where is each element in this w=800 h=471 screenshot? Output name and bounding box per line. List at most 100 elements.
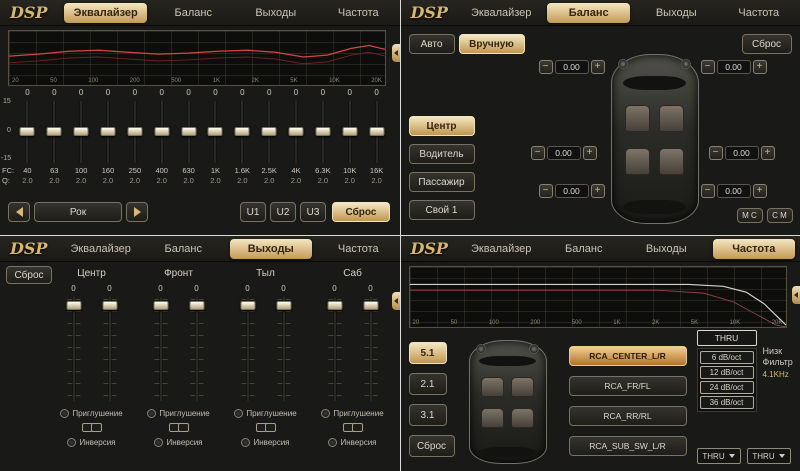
band-slider[interactable] [175,99,202,165]
gain-slider-thumb[interactable] [240,301,255,310]
inversion-checkbox[interactable] [67,438,76,447]
tab-balance[interactable]: Баланс [142,238,225,260]
plus-button[interactable]: + [753,60,767,74]
slope-option[interactable]: 6 dB/oct [700,351,754,364]
gain-slider-thumb[interactable] [189,301,204,310]
mute-checkbox[interactable] [321,409,330,418]
next-preset-button[interactable] [126,202,148,222]
band-slider[interactable] [148,99,175,165]
gain-slider[interactable] [361,295,381,403]
slope-select[interactable]: THRU [697,330,757,346]
band-slider[interactable] [121,99,148,165]
gain-slider-thumb[interactable] [66,301,81,310]
minus-button[interactable]: − [539,60,553,74]
slope-option[interactable]: 12 dB/oct [700,366,754,379]
link-icon[interactable] [81,422,103,432]
band-slider-thumb[interactable] [369,127,384,136]
tab-balance[interactable]: Баланс [542,238,625,260]
mute-checkbox[interactable] [147,409,156,418]
rca-front-button[interactable]: RCA_FR/FL [569,376,687,396]
minus-button[interactable]: − [701,184,715,198]
slope-option[interactable]: 24 dB/oct [700,381,754,394]
gain-slider-thumb[interactable] [327,301,342,310]
inversion-toggle[interactable]: Инверсия [154,438,202,447]
band-slider-thumb[interactable] [235,127,250,136]
band-slider[interactable] [309,99,336,165]
gain-slider[interactable] [64,295,84,403]
preset-button[interactable]: Рок [34,202,122,222]
mc-button[interactable]: M C [737,208,763,223]
eq-reset-button[interactable]: Сброс [332,202,390,222]
tab-equalizer[interactable]: Эквалайзер [59,238,142,260]
freq-reset-button[interactable]: Сброс [409,435,455,457]
gain-slider-thumb[interactable] [102,301,117,310]
collapse-handle[interactable] [792,286,800,304]
user-preset-2-button[interactable]: U2 [270,202,296,222]
rca-sub-button[interactable]: RCA_SUB_SW_L/R [569,436,687,456]
rca-center-button[interactable]: RCA_CENTER_L/R [569,346,687,366]
plus-button[interactable]: + [591,184,605,198]
band-slider[interactable] [229,99,256,165]
link-icon[interactable] [255,422,277,432]
minus-button[interactable]: − [709,146,723,160]
band-slider-thumb[interactable] [342,127,357,136]
gain-slider[interactable] [325,295,345,403]
minus-button[interactable]: − [539,184,553,198]
band-slider[interactable] [202,99,229,165]
tab-frequency[interactable]: Частота [317,2,399,24]
band-slider[interactable] [14,99,41,165]
band-slider-thumb[interactable] [154,127,169,136]
tab-outputs[interactable]: Выходы [635,2,718,24]
mute-toggle[interactable]: Приглушение [60,409,122,418]
tab-frequency[interactable]: Частота [317,238,399,260]
collapse-handle[interactable] [392,292,400,310]
inversion-checkbox[interactable] [154,438,163,447]
position-center-button[interactable]: Центр [409,116,475,136]
rca-rear-button[interactable]: RCA_RR/RL [569,406,687,426]
band-slider-thumb[interactable] [127,127,142,136]
mute-toggle[interactable]: Приглушение [147,409,209,418]
band-slider[interactable] [336,99,363,165]
tab-equalizer[interactable]: Эквалайзер [460,2,543,24]
gain-slider[interactable] [238,295,258,403]
mute-toggle[interactable]: Приглушение [234,409,296,418]
tab-equalizer[interactable]: Эквалайзер [460,238,543,260]
tab-outputs[interactable]: Выходы [235,2,318,24]
cm-button[interactable]: C M [767,208,793,223]
config-5-1-button[interactable]: 5.1 [409,342,447,364]
collapse-handle[interactable] [392,44,400,62]
minus-button[interactable]: − [531,146,545,160]
plus-button[interactable]: + [583,146,597,160]
tab-balance[interactable]: Баланс [547,3,630,23]
auto-button[interactable]: Авто [409,34,455,54]
minus-button[interactable]: − [701,60,715,74]
mute-checkbox[interactable] [60,409,69,418]
tab-outputs[interactable]: Выходы [230,239,313,259]
config-3-1-button[interactable]: 3.1 [409,404,447,426]
band-slider[interactable] [68,99,95,165]
inversion-checkbox[interactable] [328,438,337,447]
gain-slider[interactable] [187,295,207,403]
manual-button[interactable]: Вручную [459,34,525,54]
tab-outputs[interactable]: Выходы [625,238,708,260]
link-icon[interactable] [168,422,190,432]
band-slider[interactable] [256,99,283,165]
band-slider[interactable] [95,99,122,165]
inversion-toggle[interactable]: Инверсия [241,438,289,447]
position-custom-button[interactable]: Свой 1 [409,200,475,220]
config-2-1-button[interactable]: 2.1 [409,373,447,395]
position-passenger-button[interactable]: Пассажир [409,172,475,192]
gain-slider-thumb[interactable] [153,301,168,310]
mute-toggle[interactable]: Приглушение [321,409,383,418]
tab-frequency[interactable]: Частота [718,2,800,24]
band-slider-thumb[interactable] [101,127,116,136]
band-slider-thumb[interactable] [181,127,196,136]
slope-option[interactable]: 36 dB/oct [700,396,754,409]
band-slider[interactable] [41,99,68,165]
mute-checkbox[interactable] [234,409,243,418]
tab-balance[interactable]: Баланс [152,2,235,24]
band-slider-thumb[interactable] [289,127,304,136]
band-slider-thumb[interactable] [315,127,330,136]
balance-reset-button[interactable]: Сброс [742,34,792,54]
plus-button[interactable]: + [591,60,605,74]
